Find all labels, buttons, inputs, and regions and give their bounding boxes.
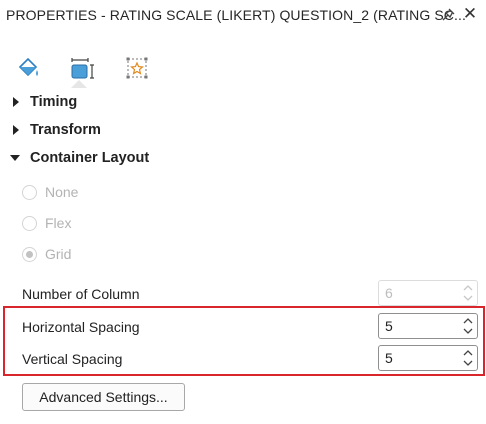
layout-option-none-label: None	[45, 184, 79, 200]
tab-effects[interactable]	[124, 55, 150, 81]
section-container-layout[interactable]: Container Layout	[10, 147, 149, 169]
radio-grid[interactable]	[22, 246, 37, 262]
paint-bucket-icon	[16, 57, 42, 85]
active-tab-indicator	[71, 80, 87, 88]
pin-icon[interactable]	[440, 7, 456, 23]
radio-flex[interactable]	[22, 215, 37, 231]
chevron-down-icon	[10, 155, 20, 161]
spacing-highlight-box	[3, 306, 485, 376]
number-of-column-value: 6	[385, 285, 393, 301]
tab-layout[interactable]	[69, 55, 95, 81]
section-container-layout-label: Container Layout	[30, 150, 150, 166]
section-timing[interactable]: Timing	[10, 91, 77, 113]
tab-fill[interactable]	[16, 55, 42, 81]
layout-option-grid[interactable]: Grid	[22, 244, 71, 264]
chevron-right-icon	[13, 97, 19, 107]
section-transform-label: Transform	[30, 122, 101, 138]
advanced-settings-button[interactable]: Advanced Settings...	[22, 383, 185, 411]
panel-title: PROPERTIES - RATING SCALE (LIKERT) QUEST…	[6, 7, 466, 23]
layout-option-flex-label: Flex	[45, 215, 72, 231]
close-icon[interactable]: ✕	[461, 5, 479, 23]
number-of-column-stepper[interactable]: 6	[378, 280, 478, 306]
radio-none[interactable]	[22, 184, 37, 200]
star-frame-icon	[124, 57, 150, 85]
stepper-arrows-icon[interactable]	[463, 283, 473, 303]
layout-option-flex[interactable]: Flex	[22, 213, 71, 233]
layout-option-none[interactable]: None	[22, 182, 78, 202]
chevron-right-icon	[13, 125, 19, 135]
panel-title-bar: PROPERTIES - RATING SCALE (LIKERT) QUEST…	[0, 0, 486, 30]
section-transform[interactable]: Transform	[10, 119, 101, 141]
section-timing-label: Timing	[30, 94, 78, 110]
layout-option-grid-label: Grid	[45, 246, 72, 262]
number-of-column-label: Number of Column	[22, 286, 140, 302]
